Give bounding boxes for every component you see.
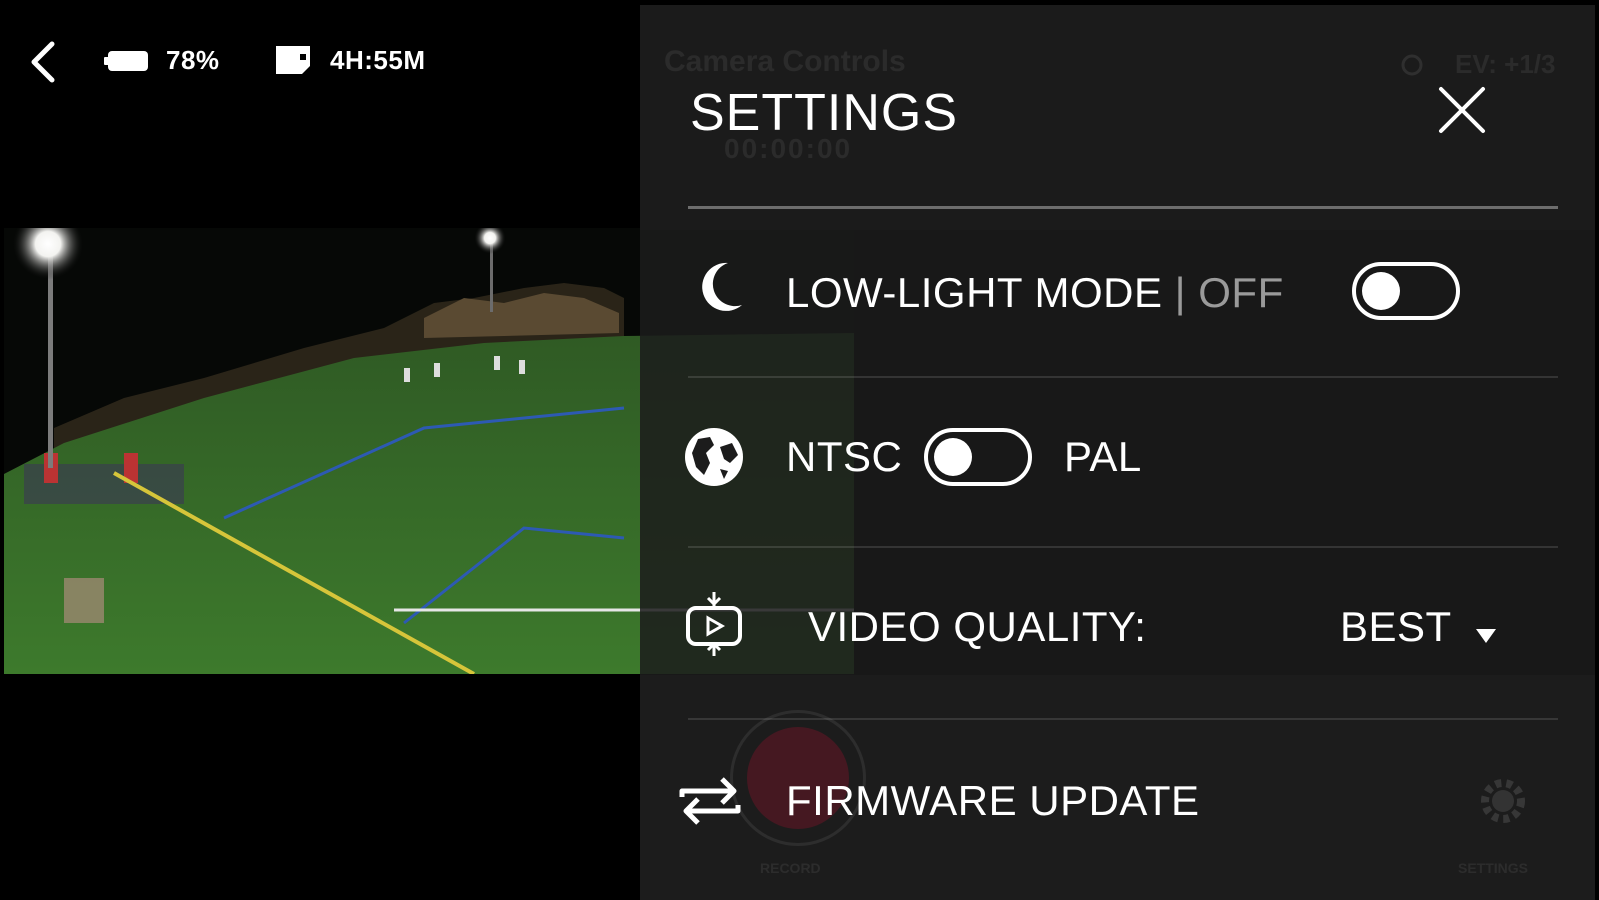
- gear-icon[interactable]: [1475, 773, 1531, 829]
- chevron-left-icon: [31, 41, 55, 83]
- pal-label: PAL: [1064, 433, 1142, 480]
- moon-icon: [702, 262, 742, 311]
- ntsc-label: NTSC: [786, 433, 903, 480]
- firmware-update-label: FIRMWARE UPDATE: [786, 777, 1200, 824]
- screen: 78% 4H:55M Camera Controls 00:00:00 EV: …: [0, 0, 1599, 900]
- exposure-value: EV: +1/3: [1455, 49, 1556, 79]
- row-divider: [688, 376, 1558, 378]
- camera-controls-title: Camera Controls: [664, 45, 906, 78]
- row-divider: [688, 546, 1558, 548]
- status-bar: 78% 4H:55M: [0, 0, 640, 120]
- video-quality-icon: [686, 592, 742, 656]
- low-light-mode-separator: |: [1174, 269, 1187, 316]
- close-icon: [1439, 87, 1485, 133]
- low-light-mode-toggle[interactable]: [1352, 262, 1460, 320]
- battery-icon: [104, 51, 148, 71]
- toggle-knob: [934, 438, 972, 476]
- ntsc-pal-toggle[interactable]: [924, 428, 1032, 486]
- low-light-mode-state: OFF: [1198, 269, 1284, 316]
- globe-icon: [685, 428, 743, 486]
- low-light-mode-title: LOW-LIGHT MODE: [786, 269, 1163, 316]
- sd-card-icon: [276, 46, 310, 74]
- row-divider: [688, 718, 1558, 720]
- video-quality-value[interactable]: BEST: [1340, 603, 1452, 651]
- settings-panel: Camera Controls 00:00:00 EV: +1/3 RECORD…: [640, 5, 1595, 900]
- update-arrows-icon: [679, 777, 741, 825]
- battery-percentage: 78%: [166, 45, 220, 75]
- low-light-mode-label: LOW-LIGHT MODE | OFF: [786, 269, 1284, 317]
- recording-time-remaining: 4H:55M: [330, 45, 426, 75]
- settings-label: SETTINGS: [1458, 860, 1529, 876]
- record-label: RECORD: [760, 860, 821, 876]
- close-button[interactable]: [1435, 83, 1489, 137]
- header-divider: [688, 206, 1558, 209]
- back-button[interactable]: [24, 38, 64, 86]
- settings-title: SETTINGS: [690, 84, 959, 142]
- chevron-down-icon[interactable]: [1476, 629, 1496, 643]
- exposure-icon: [1401, 54, 1423, 76]
- toggle-knob: [1362, 272, 1400, 310]
- video-quality-label: VIDEO QUALITY:: [808, 603, 1147, 650]
